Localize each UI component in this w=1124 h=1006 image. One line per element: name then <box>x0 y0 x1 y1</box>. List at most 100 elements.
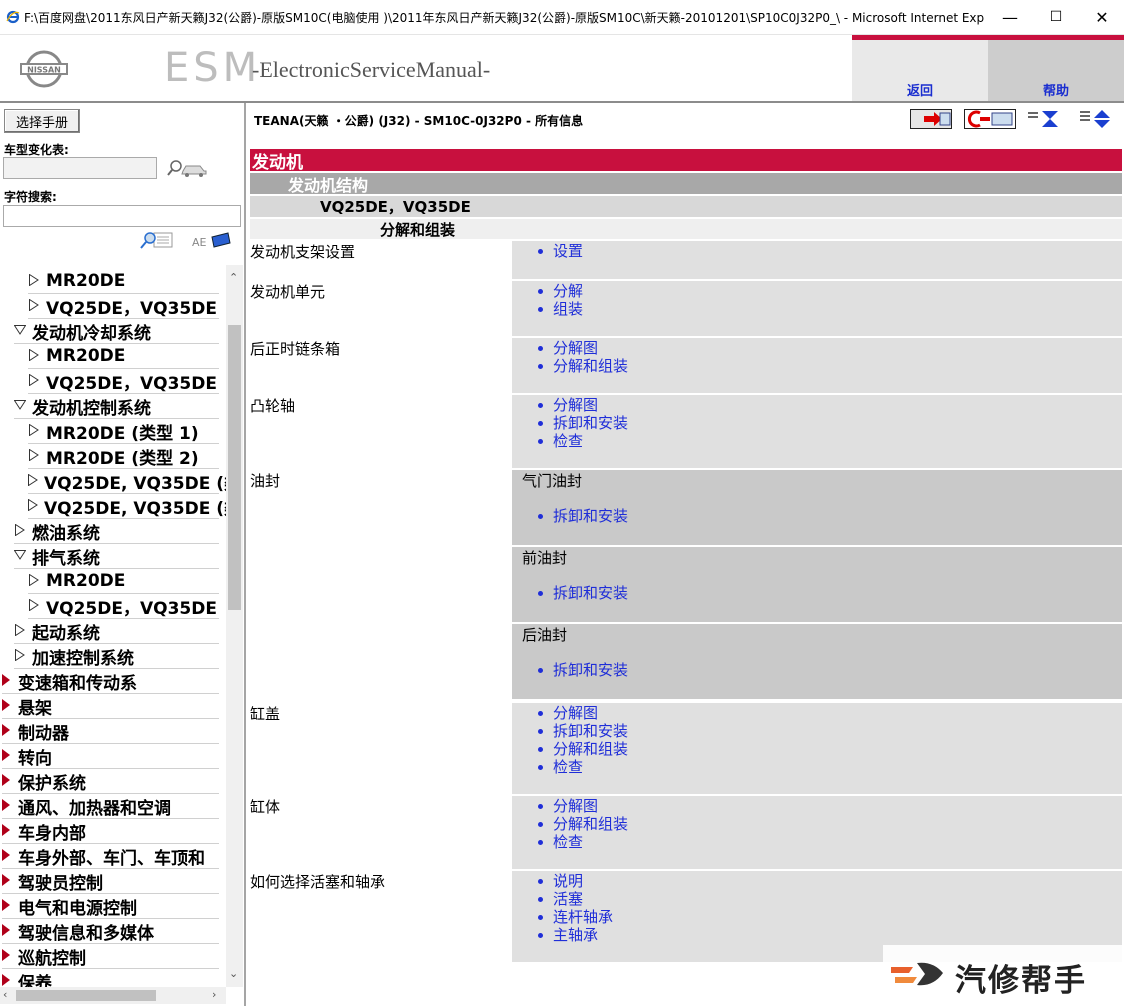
tree-item[interactable]: MR20DE <box>28 269 219 294</box>
topic-link[interactable]: 拆卸和安装 <box>512 661 628 679</box>
collapse-triangle-icon[interactable] <box>13 399 27 413</box>
tree-item[interactable]: 车身内部 <box>2 819 219 844</box>
expand-arrow-icon[interactable] <box>2 946 10 966</box>
expand-triangle-icon[interactable] <box>28 598 40 614</box>
expand-triangle-icon[interactable] <box>28 448 40 464</box>
close-button[interactable]: ✕ <box>1079 0 1124 34</box>
expand-triangle-icon[interactable] <box>28 348 40 364</box>
tree-item[interactable]: 转向 <box>2 744 219 769</box>
topic-link[interactable]: 分解图 <box>512 704 598 722</box>
car-search-icon[interactable] <box>166 157 210 179</box>
tree-item[interactable]: MR20DE (类型 1) <box>28 419 219 444</box>
tree-item[interactable]: 制动器 <box>2 719 219 744</box>
topic-link[interactable]: 活塞 <box>512 890 583 908</box>
text-search-input[interactable] <box>3 205 241 227</box>
topic-link[interactable]: 连杆轴承 <box>512 908 613 926</box>
tree-item[interactable]: MR20DE (类型 2) <box>28 444 219 469</box>
scroll-up-icon[interactable]: ⌃ <box>229 271 238 284</box>
expand-arrow-icon[interactable] <box>2 896 10 916</box>
topic-link[interactable]: 组装 <box>512 300 583 318</box>
expand-triangle-icon[interactable] <box>28 423 40 439</box>
scrollbar-thumb[interactable] <box>16 990 156 1001</box>
tree-horizontal-scrollbar[interactable]: ‹ › <box>0 987 226 1004</box>
expand-triangle-icon[interactable] <box>28 573 40 589</box>
topic-link[interactable]: 分解图 <box>512 797 598 815</box>
collapse-triangle-icon[interactable] <box>13 549 27 563</box>
expand-arrow-icon[interactable] <box>2 921 10 941</box>
topic-link[interactable]: 设置 <box>512 242 583 260</box>
tree-item[interactable]: 发动机控制系统 <box>13 394 219 419</box>
expand-triangle-icon[interactable] <box>14 648 26 664</box>
expand-arrow-icon[interactable] <box>2 871 10 891</box>
expand-icon[interactable] <box>1078 109 1114 129</box>
expand-arrow-icon[interactable] <box>2 721 10 741</box>
tree-item[interactable]: 悬架 <box>2 694 219 719</box>
collapse-icon[interactable] <box>1026 109 1062 129</box>
expand-arrow-icon[interactable] <box>2 771 10 791</box>
topic-link[interactable]: 分解和组装 <box>512 357 628 375</box>
expand-arrow-icon[interactable] <box>2 846 10 866</box>
expand-arrow-icon[interactable] <box>2 671 10 691</box>
tree-item[interactable]: VQ25DE，VQ35DE <box>28 594 219 619</box>
tree-item[interactable]: 驾驶员控制 <box>2 869 219 894</box>
expand-triangle-icon[interactable] <box>28 473 38 489</box>
tree-item[interactable]: VQ25DE，VQ35DE <box>28 369 219 394</box>
topic-link[interactable]: 检查 <box>512 432 583 450</box>
topic-link[interactable]: 说明 <box>512 872 583 890</box>
expand-arrow-icon[interactable] <box>2 971 10 987</box>
tree-item[interactable]: 加速控制系统 <box>14 644 219 669</box>
maximize-button[interactable]: ☐ <box>1033 0 1079 34</box>
minimize-button[interactable]: — <box>987 0 1033 34</box>
expand-triangle-icon[interactable] <box>14 623 26 639</box>
topic-link[interactable]: 检查 <box>512 833 583 851</box>
expand-arrow-icon[interactable] <box>2 821 10 841</box>
tree-item[interactable]: 排气系统 <box>13 544 219 569</box>
tree-item[interactable]: VQ25DE, VQ35DE (类 <box>28 494 226 519</box>
tree-item[interactable]: VQ25DE，VQ35DE <box>28 294 219 319</box>
expand-arrow-icon[interactable] <box>2 796 10 816</box>
tree-item[interactable]: 保养 <box>2 969 219 987</box>
back-page-icon[interactable] <box>964 109 1016 129</box>
tree-item[interactable]: 电气和电源控制 <box>2 894 219 919</box>
scroll-down-icon[interactable]: ⌄ <box>229 967 238 980</box>
model-change-field[interactable] <box>3 157 157 179</box>
topic-link[interactable]: 分解图 <box>512 339 598 357</box>
tree-item[interactable]: 巡航控制 <box>2 944 219 969</box>
help-button[interactable]: 帮助 <box>988 40 1124 103</box>
expand-arrow-icon[interactable] <box>2 696 10 716</box>
select-manual-button[interactable]: 选择手册 <box>4 109 80 133</box>
scroll-left-icon[interactable]: ‹ <box>3 988 7 1001</box>
topic-link[interactable]: 分解 <box>512 282 583 300</box>
expand-arrow-icon[interactable] <box>2 746 10 766</box>
tree-vertical-scrollbar[interactable]: ⌃ ⌄ <box>226 265 243 987</box>
topic-link[interactable]: 检查 <box>512 758 583 776</box>
tree-item[interactable]: 起动系统 <box>14 619 219 644</box>
topic-link[interactable]: 拆卸和安装 <box>512 507 628 525</box>
back-button[interactable]: 返回 <box>852 40 988 103</box>
expand-triangle-icon[interactable] <box>28 373 40 389</box>
tree-item[interactable]: 发动机冷却系统 <box>13 319 219 344</box>
scroll-right-icon[interactable]: › <box>212 988 216 1001</box>
tree-item[interactable]: 变速箱和传动系 <box>2 669 219 694</box>
tree-item[interactable]: 驾驶信息和多媒体 <box>2 919 219 944</box>
tree-item[interactable]: 车身外部、车门、车顶和 <box>2 844 219 869</box>
search-icon[interactable] <box>140 229 174 251</box>
expand-triangle-icon[interactable] <box>28 498 38 514</box>
expand-triangle-icon[interactable] <box>14 523 26 539</box>
topic-link[interactable]: 分解图 <box>512 396 598 414</box>
topic-link[interactable]: 拆卸和安装 <box>512 414 628 432</box>
scrollbar-thumb[interactable] <box>228 325 241 610</box>
tree-item[interactable]: 保护系统 <box>2 769 219 794</box>
topic-link[interactable]: 拆卸和安装 <box>512 722 628 740</box>
topic-link[interactable]: 分解和组装 <box>512 815 628 833</box>
prev-page-icon[interactable] <box>910 109 952 129</box>
expand-triangle-icon[interactable] <box>28 273 40 289</box>
tree-item[interactable]: MR20DE <box>28 569 219 594</box>
topic-link[interactable]: 分解和组装 <box>512 740 628 758</box>
collapse-triangle-icon[interactable] <box>13 324 27 338</box>
topic-link[interactable]: 拆卸和安装 <box>512 584 628 602</box>
tree-item[interactable]: MR20DE <box>28 344 219 369</box>
tree-item[interactable]: VQ25DE, VQ35DE (类 <box>28 469 226 494</box>
tree-item[interactable]: 燃油系统 <box>14 519 219 544</box>
tree-item[interactable]: 通风、加热器和空调 <box>2 794 219 819</box>
